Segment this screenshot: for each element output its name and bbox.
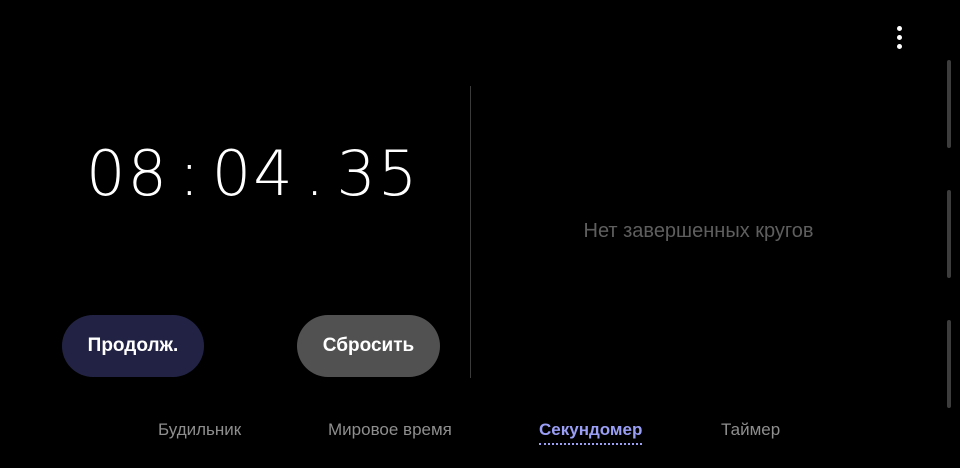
time-minutes: 08 <box>86 136 169 210</box>
tab-label: Таймер <box>721 420 781 439</box>
dot <box>896 34 902 40</box>
time-separator-colon: : <box>178 136 202 210</box>
tab-label: Будильник <box>158 420 242 439</box>
time-seconds: 04 <box>211 136 295 210</box>
more-options-icon[interactable] <box>888 22 910 52</box>
dot <box>896 25 902 31</box>
time-separator-dot: . <box>304 136 327 210</box>
resume-button[interactable]: Продолж. <box>62 315 204 377</box>
tab-world-clock[interactable]: Мировое время <box>328 420 452 440</box>
scrollbar-segment <box>947 190 951 278</box>
stopwatch-time: 08 : 04 . 35 <box>86 136 419 210</box>
tab-timer[interactable]: Таймер <box>721 420 780 440</box>
time-hundredths: 35 <box>336 136 420 210</box>
tab-stopwatch[interactable]: Секундомер <box>539 420 643 445</box>
tab-label: Мировое время <box>328 420 452 439</box>
dot <box>896 43 902 49</box>
tab-alarm[interactable]: Будильник <box>158 420 241 440</box>
stopwatch-screen: 08 : 04 . 35 Нет завершенных кругов Прод… <box>0 0 960 468</box>
active-tab-underline <box>539 443 643 445</box>
no-laps-message: Нет завершенных кругов <box>583 220 814 242</box>
scrollbar-segment <box>947 60 951 148</box>
reset-button[interactable]: Сбросить <box>297 315 440 377</box>
scrollbar-segment <box>947 320 951 408</box>
tab-label: Секундомер <box>539 420 643 439</box>
